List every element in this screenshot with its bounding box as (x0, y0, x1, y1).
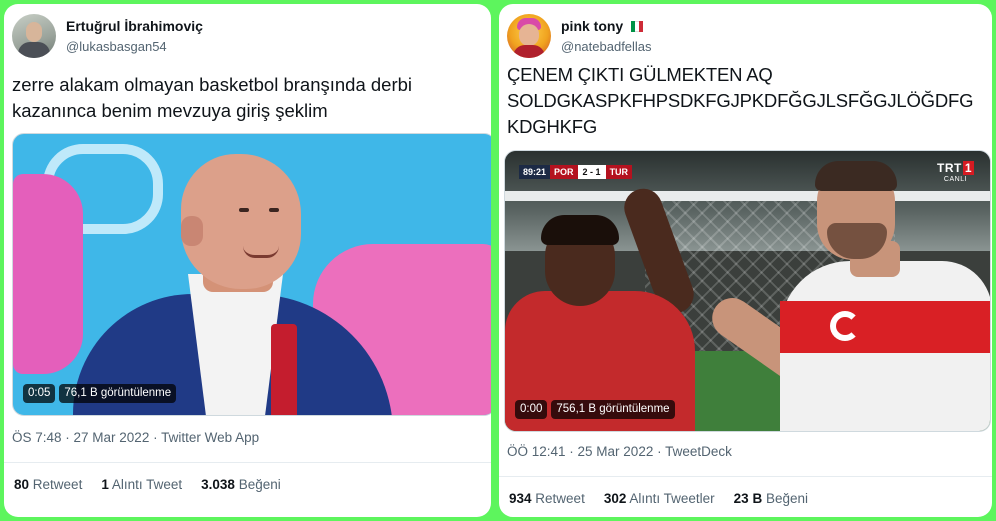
stat-count: 80 (14, 477, 30, 492)
quote-tweet-stat[interactable]: 302 Alıntı Tweetler (604, 491, 715, 506)
like-stat[interactable]: 23 B Beğeni (734, 491, 808, 506)
video-views: 76,1 B görüntülenme (59, 384, 177, 403)
stat-label: Retweet (32, 477, 83, 492)
match-scorebug: 89:21 POR 2 - 1 TUR (519, 165, 633, 179)
avatar-body (18, 42, 50, 58)
logo-text: TRT (936, 161, 962, 175)
video-player-hair (541, 215, 619, 245)
retweet-stat[interactable]: 80 Retweet (14, 477, 82, 492)
user-names: pink tony @natebadfellas (561, 18, 652, 55)
video-background-shape (13, 174, 83, 374)
crescent-icon (830, 311, 860, 341)
tweet-text: ÇENEM ÇIKTI GÜLMEKTEN AQ SOLDGKASPKFHPSD… (507, 64, 974, 137)
video-duration: 0:05 (23, 384, 56, 403)
logo-number: 1 (962, 161, 974, 175)
avatar-body (513, 45, 545, 58)
stat-count: 3.038 (201, 477, 235, 492)
tweet-text: zerre alakam olmayan basketbol branşında… (12, 74, 413, 121)
stat-label: Beğeni (765, 491, 809, 506)
display-name-row[interactable]: pink tony (561, 18, 652, 35)
stat-count: 23 B (733, 491, 763, 506)
match-score: 2 - 1 (577, 165, 606, 179)
video-player-hair (815, 161, 897, 191)
trt-logo-icon: TRT 1 (937, 161, 974, 175)
avatar-face (26, 22, 42, 42)
user-handle[interactable]: @natebadfellas (561, 38, 652, 55)
tweet-video[interactable]: 89:21 POR 2 - 1 TUR TRT 1 CANLI 0:00 756,… (504, 150, 991, 432)
divider (4, 462, 491, 463)
italy-flag-icon (631, 20, 644, 32)
video-person-tie (271, 324, 297, 415)
tweet-stats: 80 Retweet 1 Alıntı Tweet 3.038 Beğeni (14, 477, 281, 492)
video-person-ear (181, 216, 203, 246)
live-label: CANLI (943, 176, 968, 183)
divider (499, 476, 992, 477)
tweet-meta[interactable]: ÖÖ 12:41 · 25 Mar 2022 · TweetDeck (507, 444, 732, 459)
stat-label: Alıntı Tweetler (629, 491, 715, 506)
broadcaster-logo: TRT 1 CANLI (937, 161, 974, 183)
video-jersey-stripe (780, 301, 990, 353)
like-stat[interactable]: 3.038 Beğeni (201, 477, 281, 492)
display-name[interactable]: Ertuğrul İbrahimoviç (66, 18, 203, 35)
match-time: 89:21 (519, 165, 551, 179)
tweet-header: Ertuğrul İbrahimoviç @lukasbasgan54 (12, 14, 203, 58)
tweet-card-left[interactable]: Ertuğrul İbrahimoviç @lukasbasgan54 zerr… (4, 4, 491, 517)
video-duration: 0:00 (515, 400, 548, 419)
avatar[interactable] (12, 14, 56, 58)
retweet-stat[interactable]: 934 Retweet (509, 491, 585, 506)
tweet-header: pink tony @natebadfellas (507, 14, 652, 58)
avatar[interactable] (507, 14, 551, 58)
display-name: pink tony (561, 17, 624, 34)
video-goal-post (505, 191, 990, 201)
video-person-eye (269, 208, 279, 212)
stat-count: 934 (509, 491, 532, 506)
tweet-card-right[interactable]: pink tony @natebadfellas ÇENEM ÇIKTI GÜL… (499, 4, 992, 517)
stat-label: Alıntı Tweet (111, 477, 183, 492)
video-badges: 0:00 756,1 B görüntülenme (515, 400, 675, 419)
user-handle[interactable]: @lukasbasgan54 (66, 38, 203, 55)
tweet-meta[interactable]: ÖS 7:48 · 27 Mar 2022 · Twitter Web App (12, 430, 259, 445)
home-team: POR (550, 165, 578, 179)
stat-count: 1 (101, 477, 109, 492)
stat-count: 302 (603, 491, 627, 506)
stat-label: Beğeni (238, 477, 281, 492)
tweet-video[interactable]: 0:05 76,1 B görüntülenme (12, 133, 491, 416)
tweet-stats: 934 Retweet 302 Alıntı Tweetler 23 B Beğ… (509, 491, 808, 506)
avatar-face (519, 24, 539, 46)
user-names: Ertuğrul İbrahimoviç @lukasbasgan54 (66, 18, 203, 55)
video-views: 756,1 B görüntülenme (551, 400, 675, 419)
quote-tweet-stat[interactable]: 1 Alıntı Tweet (101, 477, 182, 492)
video-person-eye (239, 208, 249, 212)
stat-label: Retweet (535, 491, 585, 506)
video-badges: 0:05 76,1 B görüntülenme (23, 384, 177, 403)
away-team: TUR (605, 165, 633, 179)
